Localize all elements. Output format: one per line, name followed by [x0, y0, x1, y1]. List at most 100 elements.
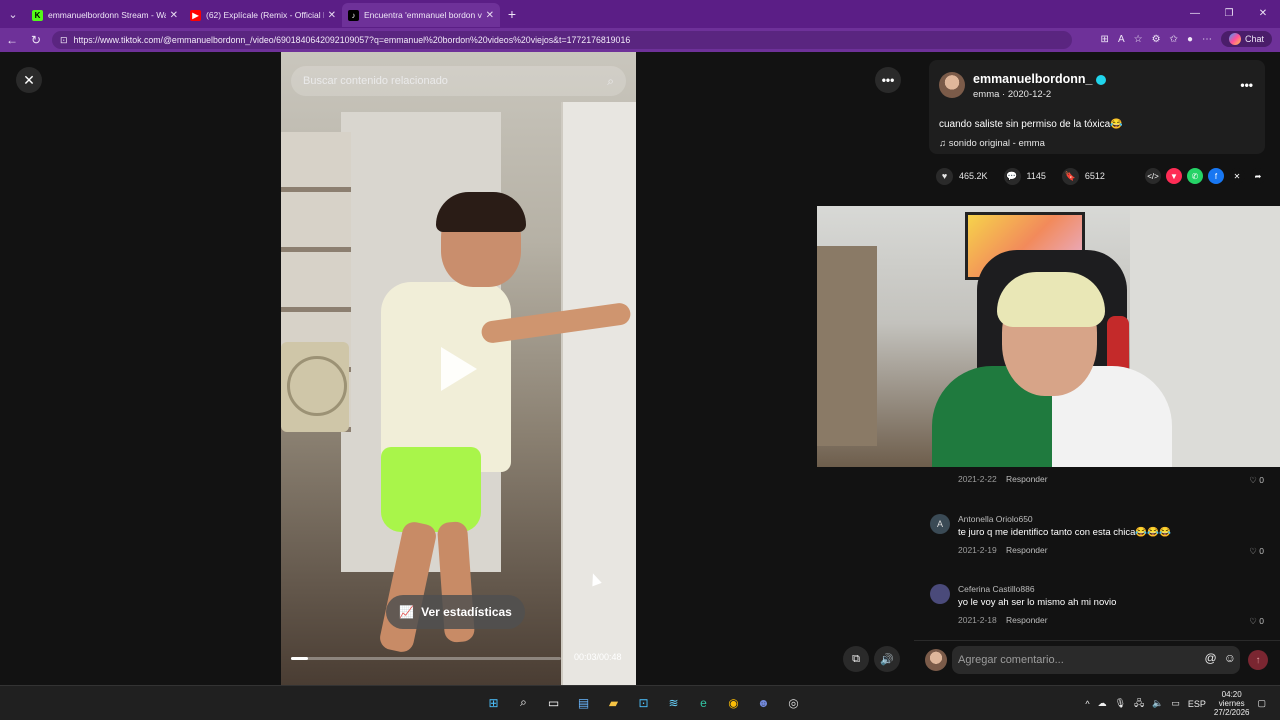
extensions-icon[interactable]: ⚙ [1152, 34, 1161, 45]
video-more-options-icon[interactable]: ••• [875, 67, 901, 93]
mention-icon[interactable]: @ [1205, 651, 1217, 665]
favorites-icon[interactable]: ✩ [1170, 34, 1178, 45]
tab-title: emmanuelbordonn Stream - Watc [48, 10, 166, 20]
webcam-hair [997, 272, 1105, 327]
like-button[interactable]: ♥ 465.2K [936, 167, 988, 185]
tab-youtube[interactable]: ▶ (62) Explícale (Remix - Official Lyric… [184, 3, 342, 27]
tab-actions-icon[interactable]: ⌄ [0, 0, 26, 28]
reply-button[interactable]: Responder [1006, 615, 1048, 625]
cloud-icon[interactable]: ☁ [1098, 698, 1107, 709]
author-more-icon[interactable]: ••• [1240, 78, 1253, 92]
discord-icon[interactable]: ☻ [753, 692, 774, 713]
video-frame-hair [436, 192, 526, 232]
search-icon[interactable]: ⌕ [607, 74, 614, 89]
copilot-chat-button[interactable]: Chat [1220, 31, 1272, 47]
youtube-icon: ▶ [190, 9, 201, 21]
comment-like-button[interactable]: ♡ 0 [1249, 546, 1264, 557]
webcam-overlay [817, 206, 1280, 467]
commenter-avatar[interactable] [930, 584, 950, 604]
language-indicator[interactable]: ESP [1188, 699, 1206, 709]
microphone-icon[interactable]: 🎙 [1115, 698, 1126, 709]
pip-icon[interactable]: ⧉ [843, 646, 869, 672]
wifi-app-icon[interactable]: ≋ [663, 692, 684, 713]
notifications-icon[interactable]: ▢ [1257, 698, 1266, 709]
chrome-icon[interactable]: ◉ [723, 692, 744, 713]
volume-icon[interactable]: 🔊 [874, 646, 900, 672]
restore-icon[interactable]: ❐ [1212, 0, 1246, 28]
play-icon[interactable] [441, 347, 477, 391]
comment-like-button[interactable]: ♡ 0 [1249, 475, 1264, 486]
reply-button[interactable]: Responder [1006, 545, 1048, 555]
back-icon[interactable]: ← [0, 33, 24, 47]
embed-icon[interactable]: </> [1145, 168, 1161, 184]
save-button[interactable]: 🔖 6512 [1061, 167, 1105, 185]
post-caption: cuando saliste sin permiso de la tóxica😂 [939, 119, 1123, 130]
task-view-icon[interactable]: ▭ [543, 692, 564, 713]
comment-button[interactable]: 💬 1145 [1003, 167, 1046, 185]
author-name[interactable]: emmanuelbordonn_ [973, 72, 1107, 86]
tab-tiktok[interactable]: ♪ Encuentra 'emmanuel bordon vide ✕ [342, 3, 500, 27]
url-field[interactable]: ⊡ https://www.tiktok.com/@emmanuelbordon… [52, 31, 1072, 49]
comment-icon: 💬 [1003, 167, 1021, 185]
url-text: https://www.tiktok.com/@emmanuelbordonn_… [73, 35, 631, 45]
chevron-up-icon[interactable]: ^ [1085, 699, 1089, 709]
author-meta: emma · 2020-12-2 [973, 89, 1052, 100]
view-stats-button[interactable]: 📈 Ver estadísticas [386, 595, 525, 629]
edge-icon[interactable]: e [693, 692, 714, 713]
related-search-input[interactable]: Buscar contenido relacionado ⌕ [291, 66, 626, 96]
more-menu-icon[interactable]: ⋯ [1202, 34, 1212, 45]
close-tab-icon[interactable]: ✕ [170, 10, 178, 21]
store-icon[interactable]: ⊡ [633, 692, 654, 713]
commenter-name[interactable]: Antonella Oriolo650 [958, 514, 1033, 524]
composer-icons: @ ☺ [1205, 651, 1236, 665]
close-window-icon[interactable]: ✕ [1246, 0, 1280, 28]
battery-icon[interactable]: ▭ [1171, 698, 1180, 709]
new-tab-button[interactable]: + [500, 6, 524, 22]
author-avatar[interactable] [939, 72, 965, 98]
refresh-icon[interactable]: ↻ [24, 33, 48, 47]
close-tab-icon[interactable]: ✕ [328, 10, 336, 21]
app-icon[interactable]: ◎ [783, 692, 804, 713]
search-icon[interactable]: ⌕ [513, 692, 534, 713]
commenter-name[interactable]: Ceferina Castillo886 [958, 584, 1035, 594]
translate-icon[interactable]: A [1118, 34, 1125, 45]
facebook-icon[interactable]: f [1208, 168, 1224, 184]
whatsapp-icon[interactable]: ✆ [1187, 168, 1203, 184]
reply-button[interactable]: Responder [1006, 474, 1048, 484]
video-player[interactable]: Buscar contenido relacionado ⌕ 📈 Ver est… [281, 52, 636, 685]
favorite-star-icon[interactable]: ☆ [1134, 34, 1143, 45]
send-comment-button[interactable]: ↑ [1248, 650, 1268, 670]
verified-icon [1096, 74, 1107, 85]
minimize-icon[interactable]: — [1178, 0, 1212, 28]
tab-kick[interactable]: K emmanuelbordonn Stream - Watc ✕ [26, 3, 184, 27]
app-available-icon[interactable]: ⊞ [1101, 34, 1109, 45]
tiktok-icon: ♪ [348, 9, 359, 21]
sound-link[interactable]: ♫ sonido original - emma [939, 138, 1045, 149]
comment-like-button[interactable]: ♡ 0 [1249, 616, 1264, 627]
share-icon[interactable]: ➦ [1250, 168, 1266, 184]
start-icon[interactable]: ⊞ [483, 692, 504, 713]
network-icon[interactable]: 🖧 [1134, 696, 1144, 712]
commenter-avatar[interactable]: A [930, 514, 950, 534]
file-explorer-icon[interactable]: ▰ [603, 692, 624, 713]
video-progress-bar[interactable] [291, 657, 561, 660]
tab-title: (62) Explícale (Remix - Official Lyric [206, 10, 324, 20]
user-avatar [925, 649, 947, 671]
site-info-icon[interactable]: ⊡ [60, 35, 68, 46]
emoji-icon[interactable]: ☺ [1224, 651, 1236, 665]
speaker-icon[interactable]: 🔈 [1152, 698, 1163, 709]
comment-composer: Agregar comentario... @ ☺ ↑ [914, 640, 1280, 685]
bookmark-icon: 🔖 [1061, 167, 1079, 185]
clock[interactable]: 04:20 viernes 27/2/2026 [1214, 690, 1250, 717]
comment-text: te juro q me identifico tanto con esta c… [958, 527, 1171, 538]
comment-input[interactable]: Agregar comentario... [952, 646, 1240, 674]
close-tab-icon[interactable]: ✕ [486, 10, 494, 21]
close-video-button[interactable]: ✕ [16, 67, 42, 93]
toolbar-icons: ⊞ A ☆ ⚙ ✩ ● ⋯ Chat [1101, 31, 1272, 47]
video-frame-door [561, 102, 636, 685]
widgets-icon[interactable]: ▤ [573, 692, 594, 713]
x-icon[interactable]: ✕ [1229, 168, 1245, 184]
heart-icon: ♥ [936, 167, 953, 185]
profile-avatar[interactable]: ● [1187, 34, 1193, 45]
repost-icon[interactable]: ▼ [1166, 168, 1182, 184]
